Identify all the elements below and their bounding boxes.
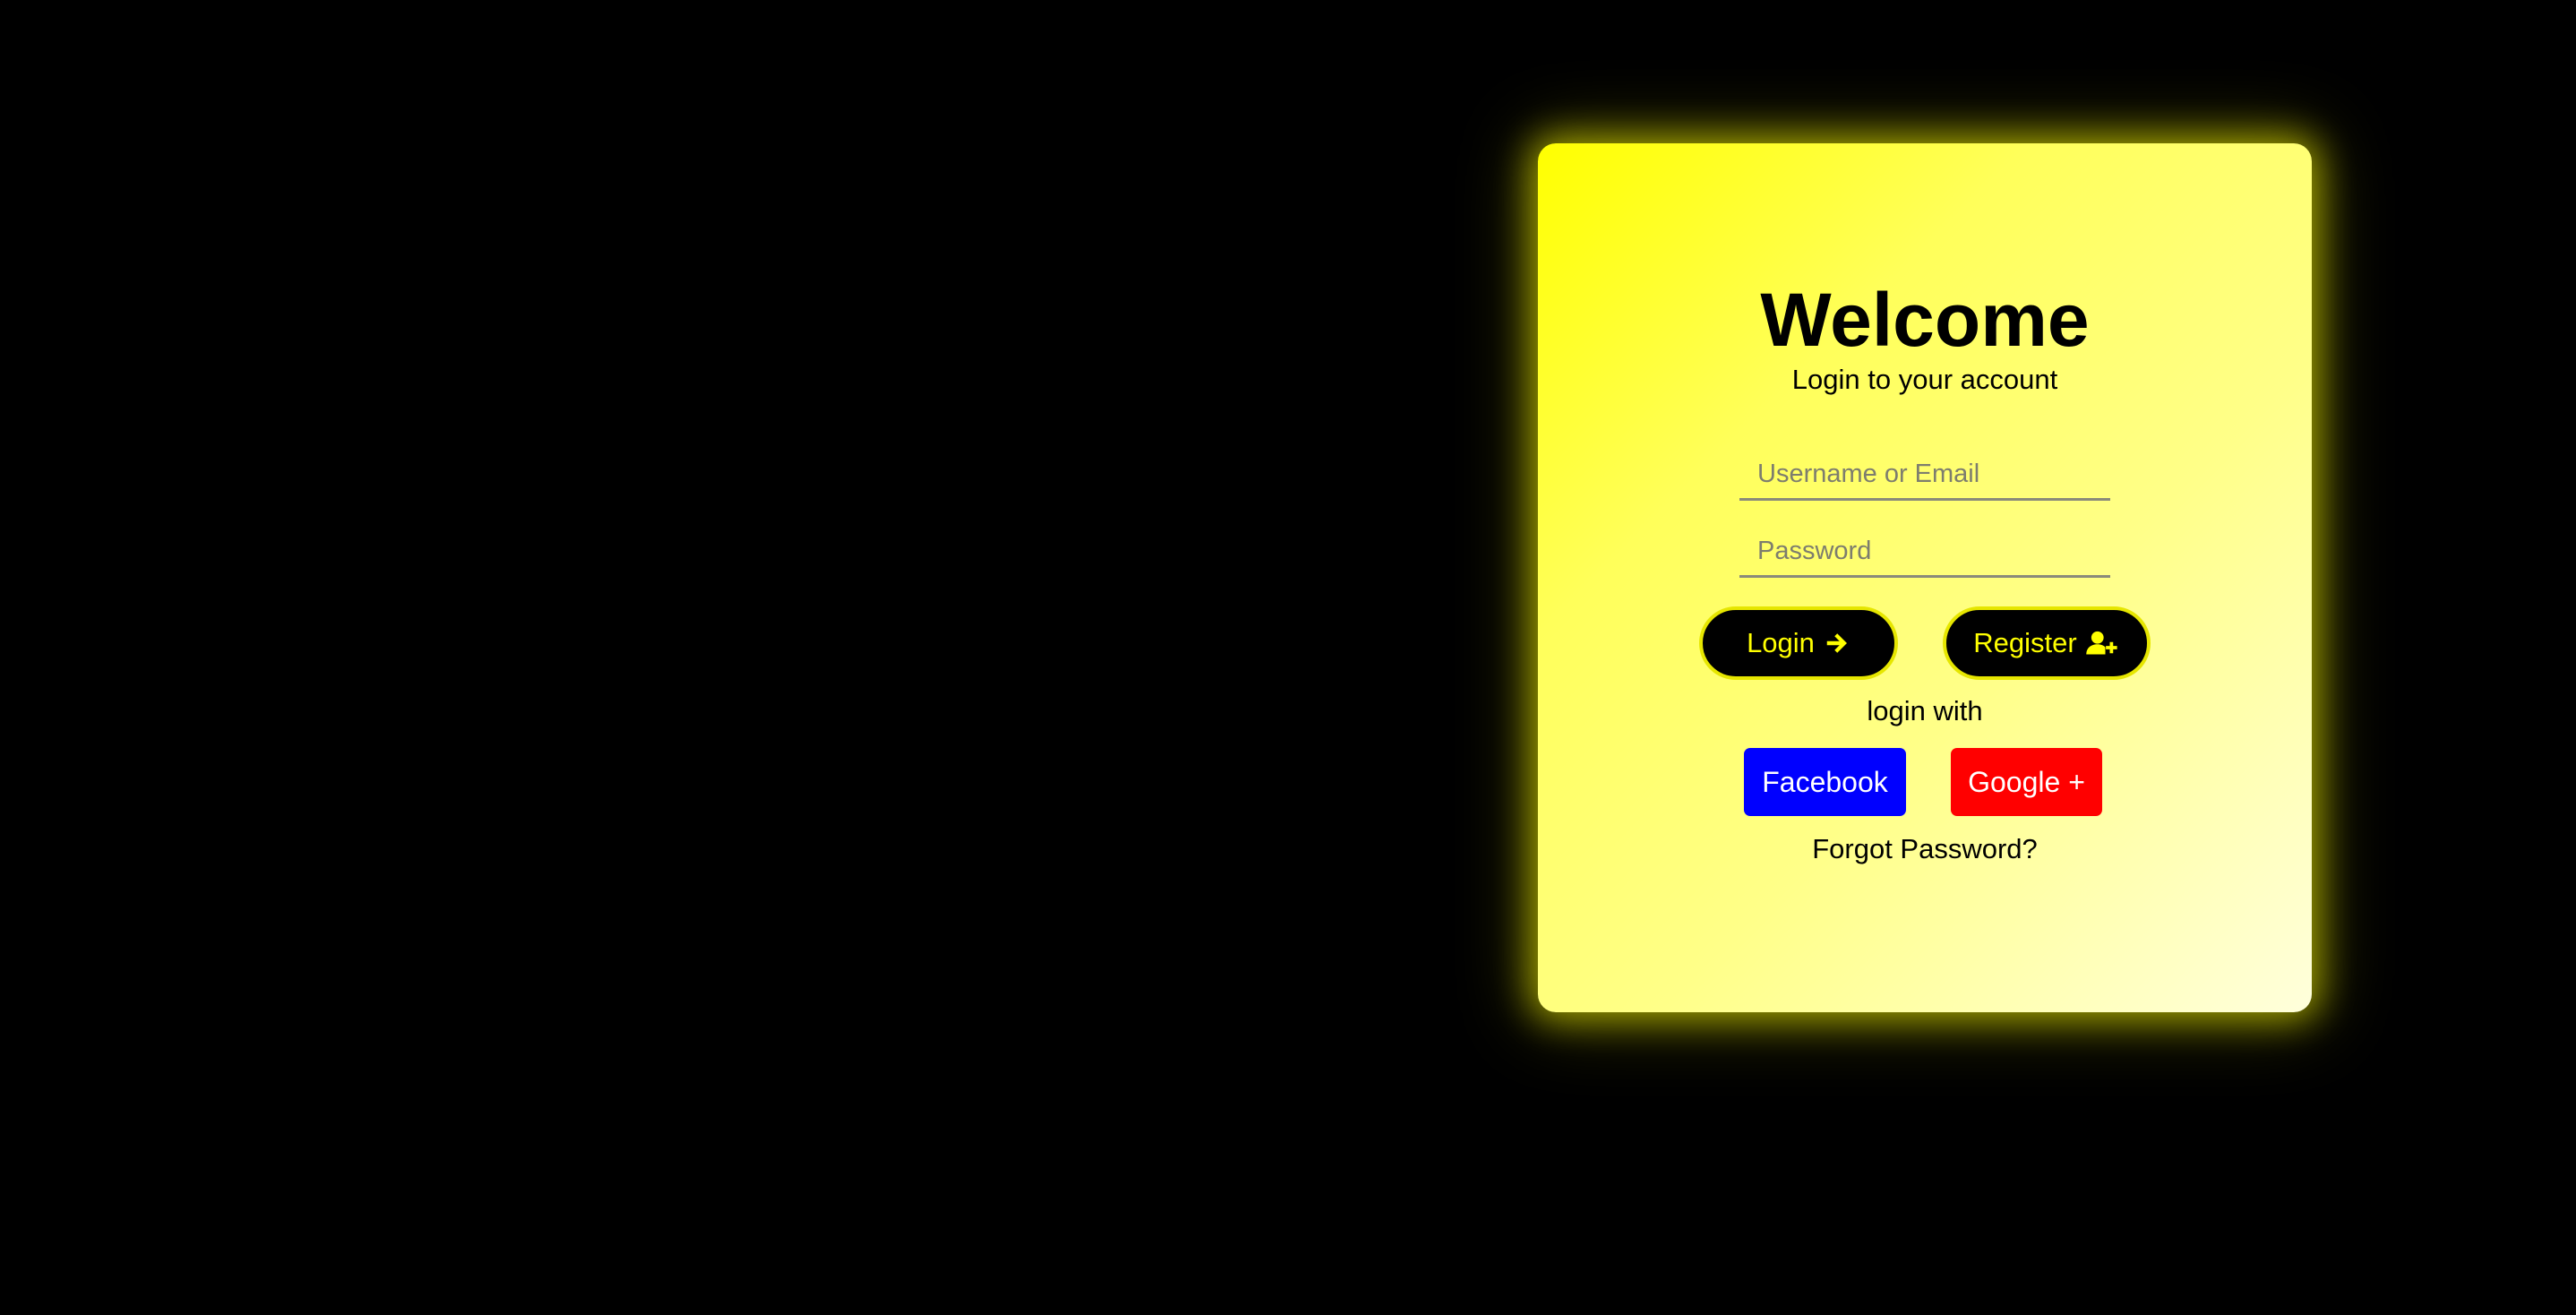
password-input[interactable] [1739,528,2110,578]
login-button-label: Login [1747,627,1815,658]
welcome-title: Welcome [1760,278,2090,362]
arrow-right-icon [1824,630,1850,657]
google-login-button[interactable]: Google + [1951,748,2102,816]
login-button[interactable]: Login [1699,606,1898,680]
forgot-password-link[interactable]: Forgot Password? [1538,835,2312,863]
facebook-login-button[interactable]: Facebook [1744,748,1906,816]
facebook-button-label: Facebook [1762,765,1888,798]
page-background: Welcome Login to your account Login Regi… [0,0,2576,1315]
register-button-label: Register [1973,627,2077,658]
social-login-prompt: login with [1867,695,1983,726]
user-plus-icon [2085,630,2120,657]
login-subtitle: Login to your account [1791,364,2058,395]
username-input[interactable] [1739,451,2110,501]
google-button-label: Google + [1968,765,2085,798]
register-button[interactable]: Register [1943,606,2151,680]
login-card: Welcome Login to your account Login Regi… [1538,143,2312,1012]
